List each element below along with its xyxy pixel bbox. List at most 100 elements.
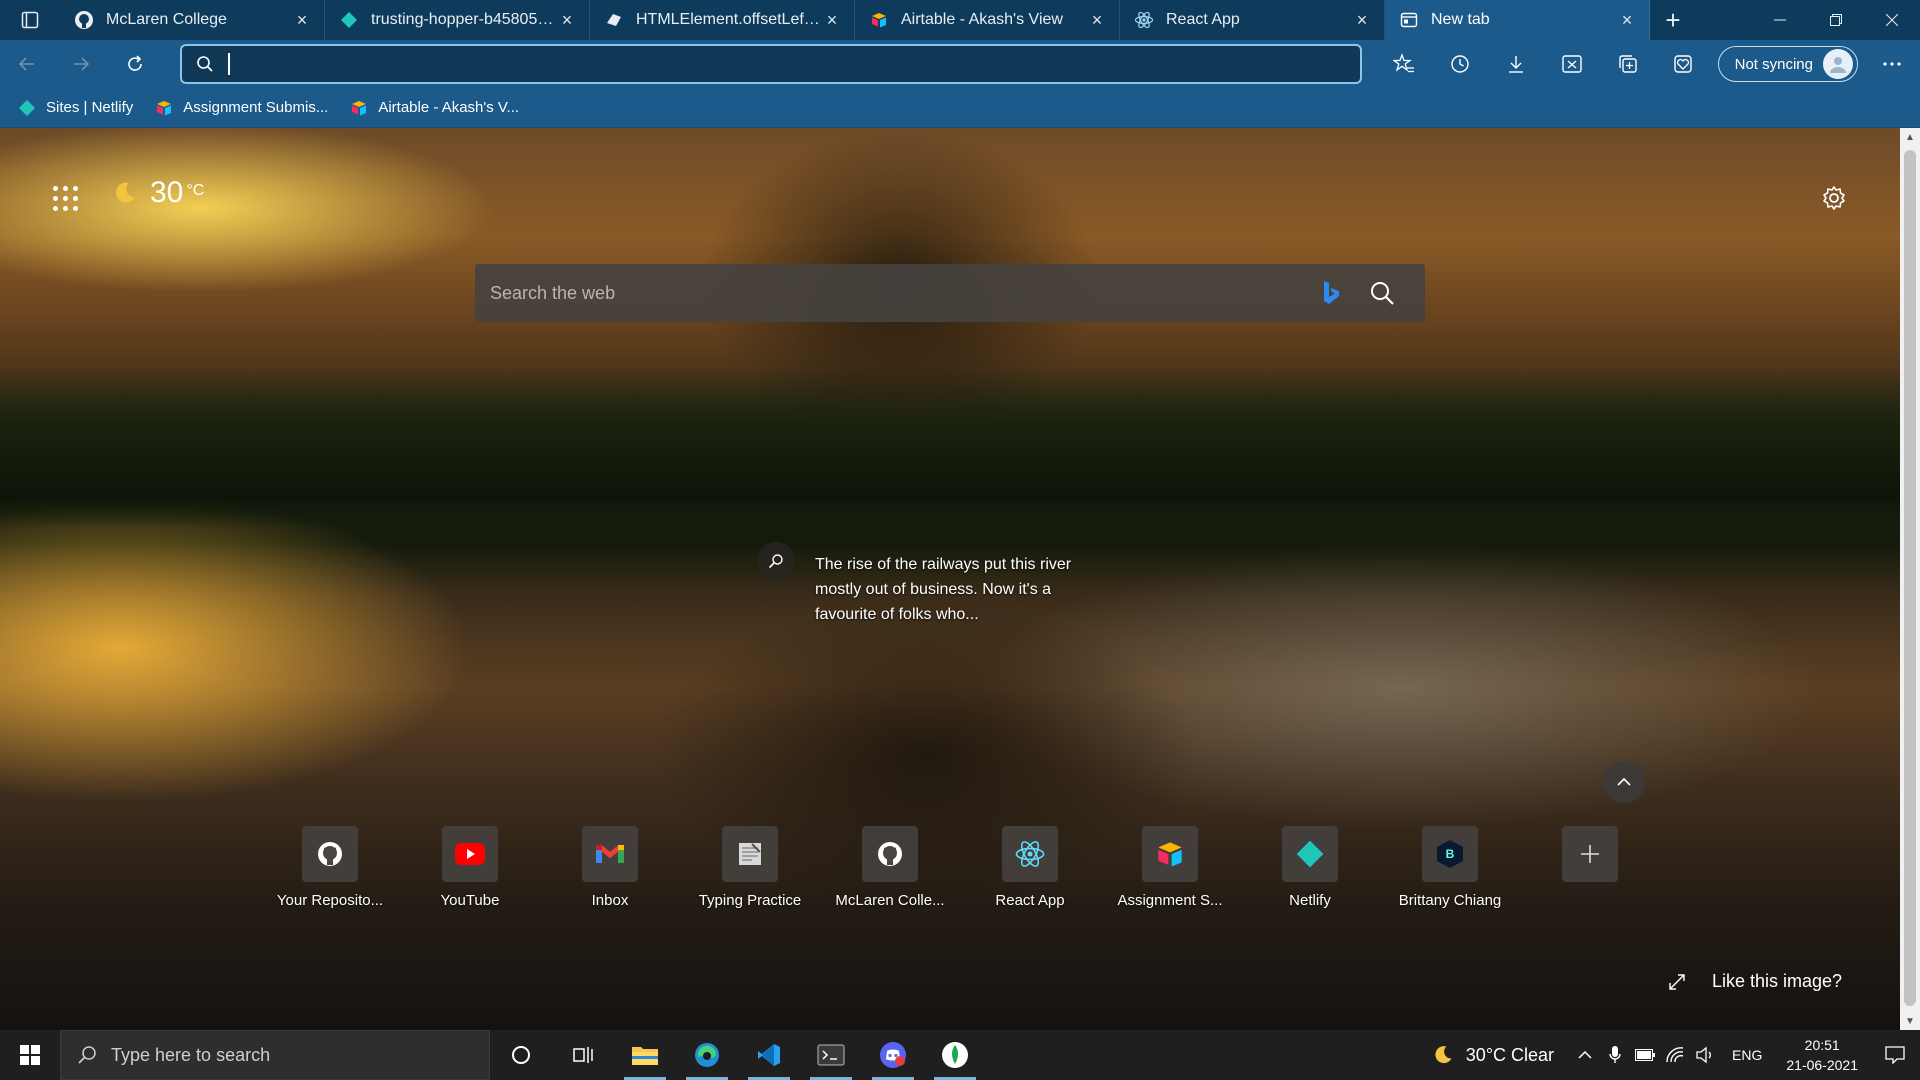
network-button[interactable] [1660, 1030, 1690, 1080]
image-caption[interactable]: The rise of the railways put this river … [757, 542, 1115, 627]
address-input[interactable] [234, 55, 1360, 73]
quick-link-youtube[interactable]: YouTube [400, 826, 540, 909]
like-image-button[interactable]: Like this image? [1668, 971, 1842, 992]
clock-date: 21-06-2021 [1786, 1057, 1858, 1073]
profile-sync-button[interactable]: Not syncing [1717, 46, 1858, 82]
quick-link-mclaren-college[interactable]: McLaren Colle... [820, 826, 960, 909]
weather-widget[interactable]: 30 °C [112, 176, 204, 210]
sync-status-label: Not syncing [1734, 55, 1813, 73]
refresh-button[interactable] [108, 44, 162, 84]
download-icon [1508, 56, 1523, 73]
image-caption-text: The rise of the railways put this river … [815, 556, 1072, 623]
taskbar-vscode[interactable] [738, 1030, 800, 1080]
bookmark-assignment[interactable]: Assignment Submis... [155, 99, 328, 117]
start-button[interactable] [0, 1030, 60, 1080]
taskbar-discord[interactable] [862, 1030, 924, 1080]
performance-button[interactable] [1656, 44, 1712, 84]
apps-launcher-button[interactable] [50, 183, 80, 213]
page-scrollbar[interactable]: ▲ ▼ [1900, 128, 1920, 1030]
collapse-quick-links-button[interactable] [1603, 761, 1645, 803]
image-info-button[interactable] [757, 542, 795, 580]
close-tab-icon[interactable]: × [1617, 10, 1637, 30]
battery-button[interactable] [1630, 1030, 1660, 1080]
show-hidden-icons-button[interactable] [1570, 1030, 1600, 1080]
cortana-button[interactable] [490, 1030, 552, 1080]
favorites-button[interactable] [1376, 44, 1432, 84]
quick-link-inbox[interactable]: Inbox [540, 826, 680, 909]
back-button[interactable] [0, 44, 54, 84]
clock-time: 20:51 [1804, 1037, 1840, 1053]
bookmark-sites-netlify[interactable]: Sites | Netlify [18, 99, 133, 117]
taskbar-terminal[interactable] [800, 1030, 862, 1080]
bing-icon[interactable] [1317, 278, 1345, 308]
tab-mdn-offsetleft[interactable]: HTMLElement.offsetLeft - W × [590, 0, 855, 40]
task-view-button[interactable] [552, 1030, 614, 1080]
close-tab-icon[interactable]: × [1087, 10, 1107, 30]
address-bar[interactable] [180, 44, 1362, 84]
settings-and-more-button[interactable] [1864, 44, 1920, 84]
web-search-input[interactable] [490, 282, 1317, 304]
expand-icon [1668, 973, 1686, 991]
history-button[interactable] [1432, 44, 1488, 84]
microphone-button[interactable] [1600, 1030, 1630, 1080]
bookmark-label: Assignment Submis... [183, 99, 329, 116]
taskbar-edge[interactable] [676, 1030, 738, 1080]
downloads-button[interactable] [1488, 44, 1544, 84]
tab-mclaren-college[interactable]: McLaren College × [60, 0, 325, 40]
tab-react-app[interactable]: React App × [1120, 0, 1385, 40]
browser-toolbar: Not syncing [0, 40, 1920, 88]
taskbar-search-box[interactable]: Type here to search [60, 1030, 490, 1080]
battery-icon [1635, 1049, 1656, 1061]
taskbar-search-placeholder: Type here to search [111, 1044, 271, 1065]
quick-link-typing-practice[interactable]: Typing Practice [680, 826, 820, 909]
quick-link-label: YouTube [440, 892, 500, 909]
tab-airtable[interactable]: Airtable - Akash's View × [855, 0, 1120, 40]
scroll-up-icon[interactable]: ▲ [1900, 128, 1920, 146]
action-center-button[interactable] [1870, 1030, 1920, 1080]
quick-link-brittany-chiang[interactable]: B Brittany Chiang [1380, 826, 1520, 909]
search-submit-button[interactable] [1367, 278, 1397, 308]
quick-link-netlify[interactable]: Netlify [1240, 826, 1380, 909]
restore-button[interactable] [1808, 0, 1864, 40]
react-icon [1002, 826, 1058, 882]
quick-link-label: McLaren Colle... [835, 892, 945, 909]
input-language[interactable]: ENG [1732, 1047, 1762, 1063]
quick-link-react-app[interactable]: React App [960, 826, 1100, 909]
tab-actions-button[interactable] [0, 0, 60, 40]
taskbar-file-explorer[interactable] [614, 1030, 676, 1080]
forward-arrow-icon [74, 57, 90, 71]
page-settings-button[interactable] [1818, 182, 1850, 214]
volume-button[interactable] [1690, 1030, 1720, 1080]
close-window-button[interactable] [1864, 0, 1920, 40]
close-tab-icon[interactable]: × [292, 10, 312, 30]
forward-button[interactable] [54, 44, 108, 84]
quick-link-label: Netlify [1289, 892, 1331, 909]
close-tab-icon[interactable]: × [1352, 10, 1372, 30]
close-tab-icon[interactable]: × [557, 10, 577, 30]
bookmark-airtable[interactable]: Airtable - Akash's V... [350, 99, 519, 117]
tab-netlify-site[interactable]: trusting-hopper-b45805 | N × [325, 0, 590, 40]
airtable-icon [155, 99, 173, 117]
mdn-icon [604, 10, 624, 30]
gmail-icon [582, 826, 638, 882]
weather-temperature: 30 [150, 176, 184, 209]
wifi-icon [1666, 1047, 1684, 1063]
minimize-button[interactable] [1752, 0, 1808, 40]
taskbar-clock[interactable]: 20:51 21-06-2021 [1786, 1035, 1858, 1075]
collections-button[interactable] [1600, 44, 1656, 84]
scroll-down-icon[interactable]: ▼ [1900, 1012, 1920, 1030]
add-quick-link-button[interactable] [1520, 826, 1660, 909]
window-controls [1752, 0, 1920, 40]
tab-new-tab[interactable]: New tab × [1385, 0, 1650, 40]
math-solver-button[interactable] [1544, 44, 1600, 84]
taskbar-weather[interactable]: 30°C Clear [1432, 1044, 1554, 1066]
quick-link-your-repositories[interactable]: Your Reposito... [260, 826, 400, 909]
web-search-box[interactable] [475, 264, 1425, 322]
scrollbar-thumb[interactable] [1904, 150, 1916, 1006]
search-icon [77, 1045, 97, 1065]
mongodb-icon [942, 1042, 968, 1068]
close-tab-icon[interactable]: × [822, 10, 842, 30]
quick-link-assignment[interactable]: Assignment S... [1100, 826, 1240, 909]
new-tab-button[interactable]: + [1650, 0, 1696, 40]
taskbar-mongodb-compass[interactable] [924, 1030, 986, 1080]
